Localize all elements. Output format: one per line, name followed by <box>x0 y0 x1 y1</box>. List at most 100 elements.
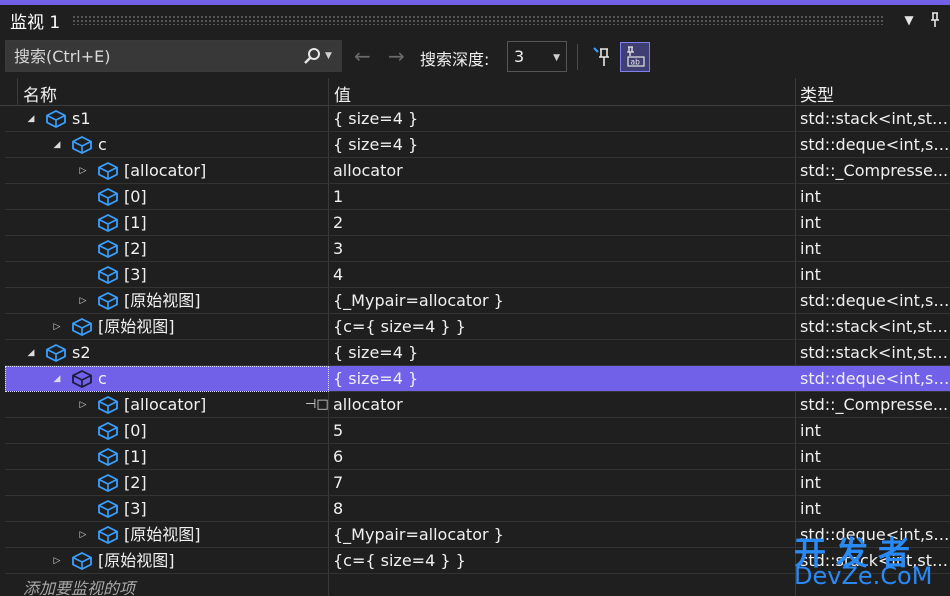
forward-arrow-icon[interactable]: → <box>388 44 405 68</box>
watch-row[interactable]: ▷ [allocator] ⊣□ allocator std::_Compresse..… <box>5 392 950 418</box>
column-header-name[interactable]: 名称 <box>23 81 57 106</box>
name-cell[interactable]: ▷ [原始视图] <box>5 522 329 548</box>
watch-row[interactable]: ◢ s1 { size=4 } std::stack<int,std::... <box>5 106 950 132</box>
column-header-type[interactable]: 类型 <box>800 81 834 106</box>
expanded-triangle-icon[interactable]: ◢ <box>25 106 37 132</box>
watch-row[interactable]: ◢ c{ size=4 } std::deque<int,st... <box>5 132 950 158</box>
watch-row[interactable]: [0] 5 int <box>5 418 950 444</box>
search-depth-select[interactable]: 3 ▼ <box>507 41 567 72</box>
type-cell: std::deque<int,st... <box>800 135 950 154</box>
name-cell[interactable]: [0] <box>5 418 329 444</box>
name-cell[interactable]: ◢ s1 <box>5 106 329 132</box>
type-cell: std::_Compresse... <box>800 395 949 414</box>
collapsed-triangle-icon[interactable]: ▷ <box>77 288 89 314</box>
pin-icon[interactable] <box>924 9 946 31</box>
variable-name: [allocator] <box>124 161 207 180</box>
watch-row[interactable]: ▷ [原始视图] {_Mypair=allocator } std::deque<in… <box>5 288 950 314</box>
value-cell[interactable]: {_Mypair=allocator } <box>333 288 795 314</box>
collapsed-triangle-icon[interactable]: ▷ <box>77 158 89 184</box>
pin-to-source-button[interactable] <box>588 42 618 72</box>
variable-name: [原始视图] <box>124 291 201 310</box>
search-input[interactable] <box>6 41 299 71</box>
name-cell[interactable]: ▷ [allocator] ⊣□ <box>5 392 329 418</box>
object-icon <box>97 161 119 181</box>
name-cell[interactable]: [2] <box>5 236 329 262</box>
value-cell[interactable]: 8 <box>333 496 795 522</box>
object-icon <box>45 343 67 363</box>
name-cell[interactable]: [2] <box>5 470 329 496</box>
name-cell[interactable]: ▷ [原始视图] <box>5 548 329 574</box>
type-cell: int <box>800 421 821 440</box>
watch-row[interactable]: ◢ c{ size=4 } std::deque<int,st... <box>5 366 950 392</box>
name-cell[interactable]: [1] <box>5 210 329 236</box>
value-cell[interactable]: {c={ size=4 } } <box>333 314 795 340</box>
name-cell[interactable]: ▷ [原始视图] <box>5 314 329 340</box>
value-cell[interactable]: 7 <box>333 470 795 496</box>
value-cell[interactable]: allocator <box>333 392 795 418</box>
watch-row[interactable]: ◢ s2 { size=4 } std::stack<int,std:... <box>5 340 950 366</box>
name-cell[interactable]: [0] <box>5 184 329 210</box>
collapsed-triangle-icon[interactable]: ▷ <box>51 548 63 574</box>
name-cell[interactable]: ◢ s2 <box>5 340 329 366</box>
watch-row[interactable]: [1] 6 int <box>5 444 950 470</box>
name-cell[interactable]: [1] <box>5 444 329 470</box>
pin-icon[interactable]: ⊣□ <box>305 392 329 418</box>
watch-row[interactable]: ▷ [原始视图] {c={ size=4 } } std::stack<int,std… <box>5 314 950 340</box>
type-cell: int <box>800 239 821 258</box>
watch-row[interactable]: [3] 8 int <box>5 496 950 522</box>
name-cell[interactable]: ▷ [原始视图] <box>5 288 329 314</box>
search-depth-label: 搜索深度: <box>420 50 490 69</box>
name-cell[interactable]: [3] <box>5 496 329 522</box>
watch-row[interactable]: [1] 2 int <box>5 210 950 236</box>
value-cell[interactable]: { size=4 } <box>333 340 795 366</box>
search-options-chevron-icon[interactable]: ▼ <box>325 51 341 61</box>
value-cell[interactable]: allocator <box>333 158 795 184</box>
collapsed-triangle-icon[interactable]: ▷ <box>77 522 89 548</box>
column-header-value[interactable]: 值 <box>334 81 351 106</box>
svg-text:ab: ab <box>631 58 641 67</box>
expanded-triangle-icon[interactable]: ◢ <box>51 366 63 392</box>
window-title: 监视 1 <box>10 12 61 33</box>
expanded-triangle-icon[interactable]: ◢ <box>25 340 37 366</box>
expanded-triangle-icon[interactable]: ◢ <box>51 132 63 158</box>
value-cell[interactable]: 4 <box>333 262 795 288</box>
value-cell[interactable]: {_Mypair=allocator } <box>333 522 795 548</box>
value-cell[interactable]: 1 <box>333 184 795 210</box>
search-icon[interactable] <box>299 41 325 71</box>
object-icon <box>45 109 67 129</box>
watch-row[interactable]: [0] 1 int <box>5 184 950 210</box>
value-cell[interactable]: 2 <box>333 210 795 236</box>
name-cell[interactable]: [3] <box>5 262 329 288</box>
show-raw-strings-button[interactable]: ab <box>620 42 650 72</box>
search-box[interactable]: ▼ <box>5 40 342 72</box>
value-cell[interactable]: 3 <box>333 236 795 262</box>
drag-grip[interactable] <box>72 15 884 25</box>
watch-window: 监视 1 ▼ ▼ ← → 搜索深度: 3 ▼ ab 名称 <box>0 0 950 596</box>
watch-row[interactable]: ▷ [allocator] allocator std::_Compresse... <box>5 158 950 184</box>
value-cell[interactable]: { size=4 } <box>333 366 795 392</box>
watch-row[interactable]: [3] 4 int <box>5 262 950 288</box>
object-icon <box>97 265 119 285</box>
value-cell[interactable]: 6 <box>333 444 795 470</box>
value-cell[interactable]: { size=4 } <box>333 106 795 132</box>
collapsed-triangle-icon[interactable]: ▷ <box>77 392 89 418</box>
variable-name: [2] <box>124 239 147 258</box>
chevron-down-icon[interactable]: ▼ <box>898 9 920 31</box>
watch-row[interactable]: [2] 3 int <box>5 236 950 262</box>
object-icon <box>97 421 119 441</box>
column-headers: 名称 值 类型 <box>0 78 950 106</box>
add-watch-placeholder[interactable]: 添加要监视的项 <box>23 575 135 596</box>
watermark-logo: 开发者 DevZe.CoM <box>790 528 950 594</box>
name-cell[interactable]: ◢ c <box>5 366 329 392</box>
value-cell[interactable]: {c={ size=4 } } <box>333 548 795 574</box>
value-cell[interactable]: 5 <box>333 418 795 444</box>
variable-name: c <box>98 369 107 388</box>
collapsed-triangle-icon[interactable]: ▷ <box>51 314 63 340</box>
watch-row[interactable]: [2] 7 int <box>5 470 950 496</box>
value-cell[interactable]: { size=4 } <box>333 132 795 158</box>
name-cell[interactable]: ◢ c <box>5 132 329 158</box>
type-cell: std::stack<int,std::... <box>800 109 950 128</box>
back-arrow-icon[interactable]: ← <box>354 44 371 68</box>
name-cell[interactable]: ▷ [allocator] <box>5 158 329 184</box>
type-cell: int <box>800 473 821 492</box>
